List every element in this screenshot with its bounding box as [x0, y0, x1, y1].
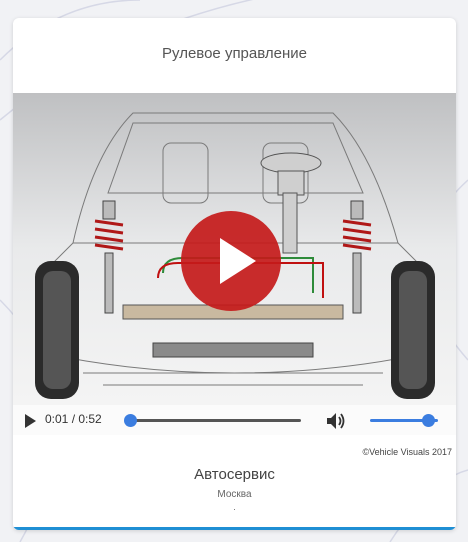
seek-thumb[interactable] — [123, 414, 137, 427]
video-player[interactable] — [13, 93, 456, 405]
volume-slider[interactable] — [370, 414, 438, 427]
video-controls: 0:01 / 0:52 — [13, 405, 456, 435]
seek-bar[interactable] — [123, 414, 301, 427]
city-label: Москва — [217, 489, 252, 500]
extra-text: . — [233, 502, 236, 512]
video-card: Рулевое управление 0:01 / 0:52 ©Vehicle … — [13, 18, 456, 530]
speaker-icon[interactable] — [326, 412, 346, 430]
time-display: 0:01 / 0:52 — [45, 412, 102, 426]
play-icon[interactable] — [25, 414, 36, 428]
page-title: Рулевое управление — [162, 45, 307, 62]
card-bottom-border — [13, 527, 456, 530]
company-name: Автосервис — [194, 466, 275, 483]
volume-thumb[interactable] — [421, 414, 435, 427]
play-overlay-button[interactable] — [180, 210, 282, 312]
copyright-text: ©Vehicle Visuals 2017 — [362, 447, 452, 457]
